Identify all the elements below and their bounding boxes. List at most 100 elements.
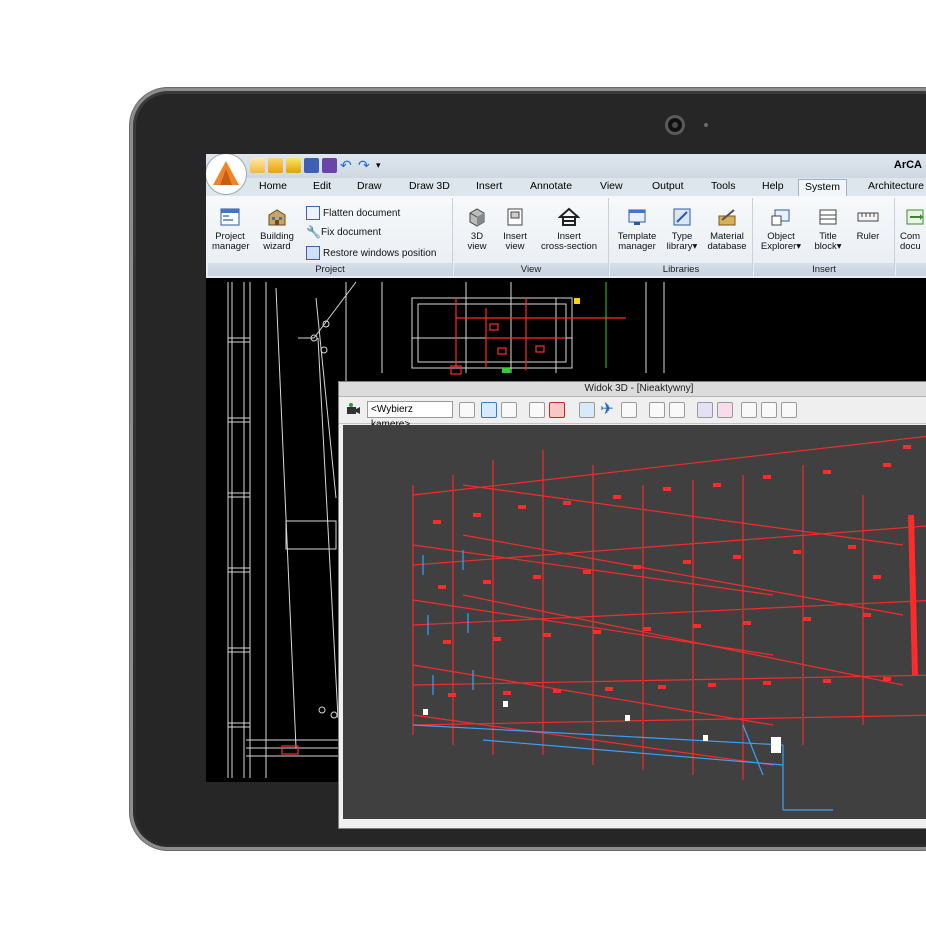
lights-icon[interactable]	[741, 402, 757, 418]
ribbon-tabs: Home Edit Draw Draw 3D Insert Annotate V…	[206, 178, 926, 197]
house-icon	[558, 207, 580, 226]
tab-draw-3d[interactable]: Draw 3D	[409, 180, 450, 192]
material-db-label-2: database	[707, 241, 747, 252]
compare-icon	[906, 209, 924, 225]
fix-label: Fix document	[321, 226, 382, 238]
restore-windows-button[interactable]: Restore windows position	[306, 246, 436, 260]
title-bar: ↶ ↷ ▾ ArCA	[206, 154, 926, 178]
3d-mode-icon[interactable]	[781, 402, 797, 418]
tab-edit[interactable]: Edit	[313, 180, 331, 192]
tab-annotate[interactable]: Annotate	[530, 180, 572, 192]
insert-cross-section-button[interactable]: Insert cross-section	[536, 206, 602, 252]
group-insert-label: Insert	[754, 263, 894, 276]
fix-document-button[interactable]: 🔧 Fix document	[306, 226, 381, 238]
walkthrough-icon[interactable]	[761, 402, 777, 418]
3d-view-button[interactable]: 3D view	[462, 206, 492, 252]
camera-add-icon[interactable]	[345, 402, 361, 418]
tab-insert[interactable]: Insert	[476, 180, 502, 192]
ribbon: Project manager Building wizard Flatten …	[206, 196, 926, 279]
title-block-button[interactable]: Title block▾	[810, 206, 846, 252]
camera-icon	[668, 118, 682, 132]
group-project-label: Project	[208, 263, 452, 276]
building-wizard-icon	[268, 209, 286, 226]
walk-icon[interactable]	[621, 402, 637, 418]
front-view-icon[interactable]	[649, 402, 665, 418]
render-settings-icon[interactable]	[717, 402, 733, 418]
undo-icon[interactable]: ↶	[340, 158, 355, 173]
tab-system[interactable]: System	[798, 179, 848, 196]
tab-home[interactable]: Home	[259, 180, 287, 192]
wall-display-icon[interactable]	[549, 402, 565, 418]
new-document-icon[interactable]	[250, 158, 265, 173]
template-manager-icon	[628, 209, 646, 225]
template-manager-button[interactable]: Template manager	[614, 206, 660, 252]
customize-dropdown-icon[interactable]: ▾	[376, 158, 382, 173]
template-manager-label-2: manager	[618, 241, 656, 252]
group-view: 3D view Insert view Insert cross-section…	[454, 198, 609, 276]
building-wizard-button[interactable]: Building wizard	[256, 206, 298, 252]
back-view-icon[interactable]	[669, 402, 685, 418]
flatten-label: Flatten document	[323, 207, 401, 219]
flatten-document-button[interactable]: Flatten document	[306, 206, 400, 220]
title-block-label-2: block▾	[814, 241, 842, 252]
group-view-label: View	[454, 263, 608, 276]
zoom-extents-icon[interactable]	[529, 402, 545, 418]
ruler-button[interactable]: Ruler	[850, 206, 886, 242]
open-folder-icon[interactable]	[268, 158, 283, 173]
insert-view-icon	[507, 208, 523, 226]
3d-pipe-model	[343, 425, 926, 819]
group-insert: Object Explorer▾ Title block▾ Ruler Inse…	[754, 198, 895, 276]
insert-view-button[interactable]: Insert view	[500, 206, 530, 252]
logo-triangle-icon	[213, 161, 239, 185]
save-as-icon[interactable]	[322, 158, 337, 173]
app-logo[interactable]	[206, 154, 246, 194]
tab-tools[interactable]: Tools	[711, 180, 736, 192]
type-library-button[interactable]: Type library▾	[664, 206, 700, 252]
ruler-label: Ruler	[856, 231, 880, 242]
tab-output[interactable]: Output	[652, 180, 684, 192]
group-libraries: Template manager Type library▾ Material …	[610, 198, 753, 276]
3d-viewport[interactable]	[343, 425, 926, 819]
object-explorer-label-2: Explorer▾	[760, 241, 802, 252]
material-database-icon	[718, 209, 736, 226]
type-library-icon	[673, 208, 691, 226]
draw-icon[interactable]	[286, 158, 301, 173]
orthographic-icon[interactable]	[501, 402, 517, 418]
perspective-icon[interactable]	[481, 402, 497, 418]
object-explorer-button[interactable]: Object Explorer▾	[758, 206, 804, 252]
group-compare-label	[896, 263, 926, 276]
group-compare: Com docu	[896, 198, 926, 276]
pan-icon[interactable]	[579, 402, 595, 418]
tab-draw[interactable]: Draw	[357, 180, 382, 192]
compare-documents-button[interactable]: Com docu	[900, 206, 926, 252]
camera-dropdown-icon[interactable]	[459, 402, 475, 418]
tab-help[interactable]: Help	[762, 180, 784, 192]
title-block-icon	[819, 209, 837, 225]
project-manager-icon	[220, 208, 240, 226]
render-icon[interactable]	[697, 402, 713, 418]
quick-access-toolbar: ↶ ↷ ▾	[250, 158, 382, 173]
project-manager-label-2: manager	[212, 241, 250, 252]
ruler-icon	[857, 212, 879, 222]
wrench-icon: 🔧	[306, 225, 321, 239]
tab-view[interactable]: View	[600, 180, 623, 192]
save-icon[interactable]	[304, 158, 319, 173]
camera-select[interactable]: <Wybierz kamerę>	[367, 401, 453, 430]
building-wizard-label-2: wizard	[263, 241, 291, 252]
redo-icon[interactable]: ↷	[358, 158, 373, 173]
type-library-label-2: library▾	[666, 241, 698, 252]
material-database-button[interactable]: Material database	[704, 206, 750, 252]
tab-architecture[interactable]: Architecture	[868, 180, 924, 192]
restore-windows-icon	[306, 246, 320, 260]
project-manager-button[interactable]: Project manager	[212, 206, 250, 252]
3d-viewer-title[interactable]: Widok 3D - [Nieaktywny]	[339, 382, 926, 397]
3d-viewer-window: Widok 3D - [Nieaktywny] <Wybierz kamerę>…	[338, 381, 926, 829]
flatten-icon	[306, 206, 320, 220]
fly-icon[interactable]: ✈	[599, 402, 615, 418]
3d-viewer-toolbar: <Wybierz kamerę> ✈	[339, 397, 926, 430]
app-title: ArCA	[893, 159, 922, 171]
insert-view-label-2: view	[505, 241, 525, 252]
restore-label: Restore windows position	[323, 247, 437, 259]
group-project: Project manager Building wizard Flatten …	[208, 198, 453, 276]
insert-cross-label-2: cross-section	[541, 241, 597, 252]
